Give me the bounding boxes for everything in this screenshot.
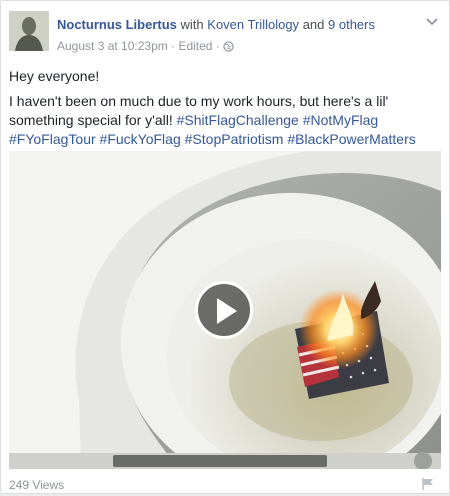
hashtag-link[interactable]: #StopPatriotism: [185, 131, 284, 147]
view-count: 249 Views: [9, 478, 65, 492]
hashtag-link[interactable]: #FuckYoFlag: [100, 131, 181, 147]
post-text: Hey everyone! I haven't been on much due…: [9, 67, 439, 155]
tagged-person-link[interactable]: Koven Trillology: [207, 17, 299, 32]
flag-icon[interactable]: [421, 477, 435, 491]
with-label: with: [180, 17, 204, 32]
post-meta: August 3 at 10:23pm · Edited ·: [57, 39, 234, 55]
play-button[interactable]: [195, 281, 253, 339]
hashtag-link[interactable]: #BlackPowerMatters: [287, 131, 415, 147]
meta-separator: ·: [171, 39, 176, 53]
meta-separator-2: ·: [215, 39, 220, 53]
timestamp-link[interactable]: August 3 at 10:23pm: [57, 39, 168, 53]
hashtag-link[interactable]: #NotMyFlag: [303, 112, 378, 128]
post-card: Nocturnus Libertus with Koven Trillology…: [0, 0, 450, 494]
body-paragraph: I haven't been on much due to my work ho…: [9, 92, 439, 149]
avatar[interactable]: [9, 11, 49, 51]
author-name-link[interactable]: Nocturnus Libertus: [57, 17, 177, 32]
greeting-text: Hey everyone!: [9, 68, 100, 84]
and-label: and: [302, 17, 325, 32]
hashtag-link[interactable]: #FYoFlagTour: [9, 131, 96, 147]
video-player[interactable]: [9, 151, 441, 469]
hashtag-link[interactable]: #ShitFlagChallenge: [177, 112, 299, 128]
chevron-down-icon[interactable]: [425, 15, 439, 29]
others-link[interactable]: 9 others: [328, 17, 375, 32]
play-icon: [217, 298, 237, 324]
edited-link[interactable]: Edited: [178, 39, 212, 53]
post-header: Nocturnus Libertus with Koven Trillology…: [57, 17, 375, 32]
globe-icon[interactable]: [223, 41, 234, 55]
